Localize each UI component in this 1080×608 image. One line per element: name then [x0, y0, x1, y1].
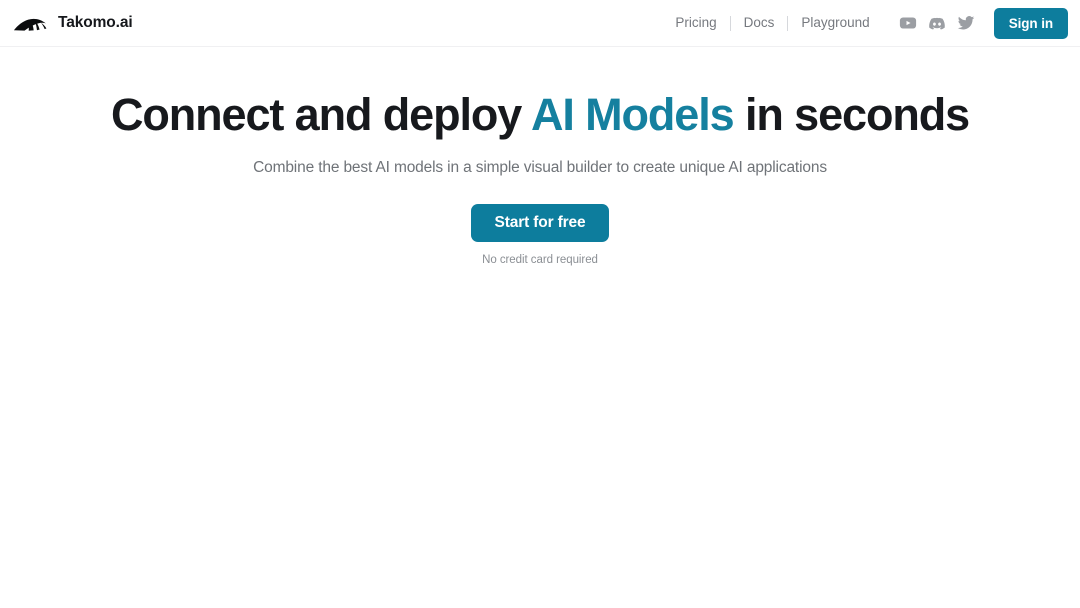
sign-in-button[interactable]: Sign in	[993, 7, 1068, 39]
nav-item-docs[interactable]: Docs	[731, 16, 788, 30]
hero-subtitle: Combine the best AI models in a simple v…	[253, 159, 827, 177]
brand-logo-link[interactable]: Takomo.ai	[12, 12, 133, 34]
nav-links-group: Pricing Docs Playground	[662, 15, 882, 31]
nav-item-pricing[interactable]: Pricing	[662, 16, 729, 30]
nav-item-playground[interactable]: Playground	[788, 16, 882, 30]
hero-title-part-1: Connect and deploy	[110, 89, 531, 140]
brand-name: Takomo.ai	[58, 14, 133, 32]
discord-icon[interactable]	[928, 14, 947, 33]
site-header: Takomo.ai Pricing Docs Playground Sign i…	[0, 0, 1080, 47]
cta-note: No credit card required	[482, 254, 598, 267]
start-for-free-button[interactable]: Start for free	[470, 204, 610, 243]
twitter-icon[interactable]	[957, 14, 976, 33]
page-title: Connect and deploy AI Models in seconds	[0, 88, 1080, 141]
hero-section: Connect and deploy AI Models in seconds …	[0, 47, 1080, 266]
youtube-icon[interactable]	[899, 14, 918, 33]
social-links-group	[899, 14, 976, 33]
hero-cta-group: Start for free No credit card required	[0, 177, 1080, 266]
takomo-squid-logo-icon	[12, 12, 50, 34]
primary-navigation: Pricing Docs Playground Sign in	[662, 7, 1068, 39]
hero-title-accent: AI Models	[530, 89, 735, 140]
hero-title-part-2: in seconds	[733, 89, 970, 140]
